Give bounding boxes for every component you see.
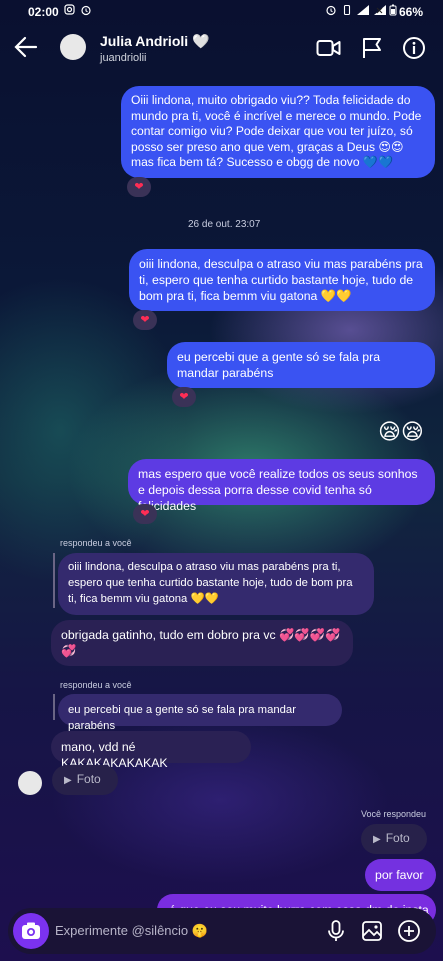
alarm-status-icon <box>325 4 337 19</box>
status-bar: 02:00 66% <box>0 0 443 24</box>
flag-icon[interactable] <box>360 36 386 60</box>
emoji-message[interactable]: 😪😪 <box>378 418 424 446</box>
incoming-message[interactable]: obrigada gatinho, tudo em dobro pra vc 💞… <box>51 620 353 666</box>
play-icon: ▶ <box>373 834 381 845</box>
message-composer: Experimente @silêncio 🤫 <box>8 908 436 954</box>
camera-icon <box>22 922 40 939</box>
status-time: 02:00 <box>28 5 59 19</box>
quoted-message[interactable]: eu percebi que a gente só se fala pra ma… <box>58 694 342 732</box>
incoming-message[interactable]: mano, vdd né KAKAKAKAKAKAK <box>51 731 251 770</box>
add-icon[interactable] <box>397 919 421 943</box>
quoted-message[interactable]: oiii lindona, desculpa o atraso viu mas … <box>58 553 374 615</box>
back-arrow-icon[interactable] <box>14 36 40 60</box>
photo-label: Foto <box>385 831 410 845</box>
chat-header: Julia Andrioli 🤍 juandriolii <box>0 24 443 74</box>
outgoing-message[interactable]: Oiii lindona, muito obrigado viu?? Toda … <box>121 86 435 178</box>
outgoing-message[interactable]: por favor <box>365 859 436 891</box>
battery-icon <box>389 4 397 19</box>
alarm-icon <box>80 4 92 19</box>
heart-reaction-icon[interactable]: ❤ <box>133 504 157 524</box>
signal-icon-2 <box>373 4 387 19</box>
heart-reaction-icon[interactable]: ❤ <box>127 177 151 197</box>
photo-message[interactable]: ▶ Foto <box>52 765 118 795</box>
avatar[interactable] <box>60 34 86 60</box>
signal-icon <box>356 4 370 19</box>
outgoing-message[interactable]: mas espero que você realize todos os seu… <box>128 459 435 513</box>
photo-message[interactable]: ▶ Foto <box>361 824 427 854</box>
reply-indicator-line <box>53 553 55 608</box>
play-icon: ▶ <box>64 775 72 786</box>
you-replied-label: Você respondeu <box>361 809 427 819</box>
camera-button[interactable] <box>13 913 49 949</box>
timestamp: 26 de out. 23:07 <box>188 219 261 230</box>
replied-label: respondeu a você <box>60 680 132 690</box>
contact-username[interactable]: juandriolii <box>100 52 146 64</box>
info-icon[interactable] <box>402 36 428 60</box>
heart-reaction-icon[interactable]: ❤ <box>172 387 196 407</box>
vibrate-icon <box>341 4 353 19</box>
heart-reaction-icon[interactable]: ❤ <box>133 310 157 330</box>
battery-percent: 66% <box>398 5 423 19</box>
outgoing-message[interactable]: oiii lindona, desculpa o atraso viu mas … <box>129 249 435 311</box>
replied-label: respondeu a você <box>60 538 132 548</box>
instagram-notification-icon <box>64 4 75 18</box>
photo-label: Foto <box>76 772 101 786</box>
sender-avatar[interactable] <box>18 771 42 795</box>
reply-indicator-line <box>53 694 55 720</box>
contact-name[interactable]: Julia Andrioli 🤍 <box>100 33 209 50</box>
microphone-icon[interactable] <box>324 919 348 943</box>
message-input[interactable]: Experimente @silêncio 🤫 <box>55 923 208 939</box>
outgoing-message[interactable]: eu percebi que a gente só se fala pra ma… <box>167 342 435 388</box>
gallery-icon[interactable] <box>360 919 384 943</box>
video-call-icon[interactable] <box>316 36 342 60</box>
